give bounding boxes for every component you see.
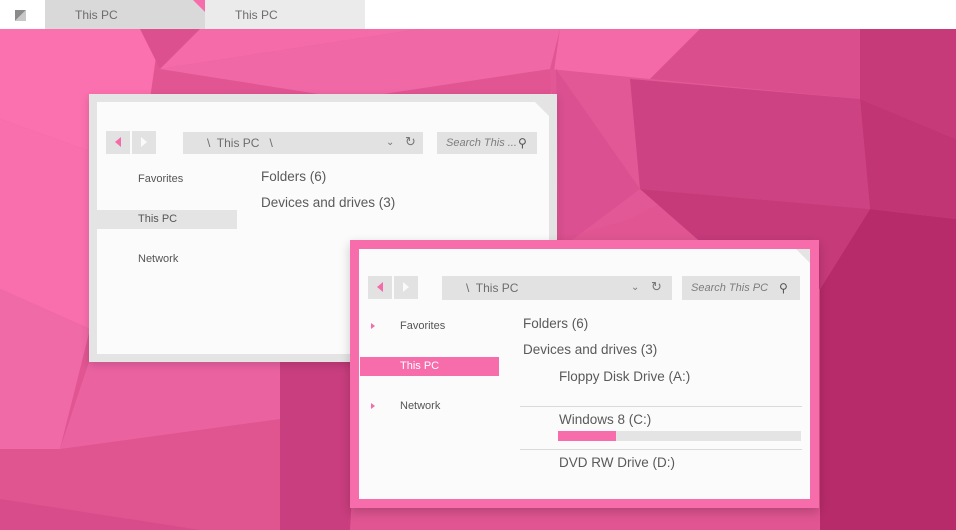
sidebar-label: Network — [400, 400, 441, 412]
tab-this-pc-2[interactable]: This PC — [205, 0, 365, 29]
search-placeholder: Search This ... — [446, 137, 517, 149]
corner-fold — [796, 249, 810, 263]
search-icon[interactable]: ⚲ — [518, 132, 527, 154]
sidebar-label: This PC — [400, 360, 440, 372]
triangle-right-icon — [403, 282, 409, 292]
sidebar-item-favorites[interactable]: Favorites — [97, 170, 237, 189]
wallpaper-poly — [630, 79, 870, 209]
chevron-down-icon[interactable]: ⌄ — [631, 276, 639, 300]
back-button[interactable] — [368, 276, 392, 299]
wallpaper-poly — [820, 209, 956, 530]
refresh-icon[interactable]: ↻ — [405, 131, 416, 153]
divider — [520, 449, 802, 450]
drive-usage-bar — [558, 431, 801, 441]
sidebar-item-this-pc[interactable]: This PC — [97, 210, 237, 229]
forward-button[interactable] — [132, 131, 156, 154]
drive-name: DVD RW Drive (D:) — [559, 455, 675, 470]
sidebar-item-network[interactable]: Network — [359, 397, 499, 416]
tab-label: This PC — [75, 8, 118, 22]
search-box[interactable]: Search This ... ⚲ — [437, 132, 537, 154]
triangle-right-icon — [141, 137, 147, 147]
sidebar-label: Favorites — [400, 320, 446, 332]
wallpaper-poly — [280, 349, 360, 530]
app-icon[interactable] — [15, 10, 26, 21]
sidebar-item-favorites[interactable]: Favorites — [359, 317, 499, 336]
drive-item-floppy[interactable]: Floppy Disk Drive (A:) — [559, 369, 690, 384]
drive-item-windows[interactable]: Windows 8 (C:) — [559, 412, 651, 427]
sidebar-item-this-pc[interactable]: This PC — [360, 357, 499, 376]
tab-bar: This PC This PC — [0, 0, 956, 29]
triangle-left-icon — [115, 137, 121, 147]
drive-item-dvd[interactable]: DVD RW Drive (D:) — [559, 455, 675, 470]
forward-button[interactable] — [394, 276, 418, 299]
tab-label: This PC — [235, 8, 278, 22]
sidebar-item-network[interactable]: Network — [97, 250, 237, 269]
divider — [520, 406, 802, 407]
refresh-icon[interactable]: ↻ — [651, 275, 662, 299]
tab-this-pc-1[interactable]: This PC — [45, 0, 205, 29]
nav-buttons — [368, 276, 418, 299]
address-bar[interactable]: \ This PC \ ⌄ ↻ — [183, 132, 423, 154]
devices-group-header[interactable]: Devices and drives (3) — [261, 195, 395, 210]
sidebar-label: Favorites — [138, 173, 184, 185]
drive-name: Floppy Disk Drive (A:) — [559, 369, 691, 384]
window-body: \ This PC ⌄ ↻ Search This PC ⚲ Favorites… — [359, 249, 810, 499]
address-path: \ This PC \ — [207, 136, 273, 150]
explorer-window-pink: \ This PC ⌄ ↻ Search This PC ⚲ Favorites… — [350, 240, 819, 508]
expand-arrow-icon[interactable] — [371, 403, 375, 409]
expand-arrow-icon[interactable] — [371, 323, 375, 329]
nav-buttons — [106, 131, 156, 154]
address-bar[interactable]: \ This PC ⌄ ↻ — [442, 276, 672, 300]
search-icon[interactable]: ⚲ — [779, 276, 788, 300]
devices-group-header[interactable]: Devices and drives (3) — [523, 342, 657, 357]
chevron-down-icon[interactable]: ⌄ — [386, 132, 394, 154]
triangle-left-icon — [377, 282, 383, 292]
address-path: \ This PC — [466, 281, 519, 295]
drive-usage-fill — [558, 431, 617, 441]
sidebar-label: This PC — [138, 213, 178, 225]
corner-fold — [535, 102, 549, 116]
tab-corner-accent — [193, 0, 205, 12]
drive-name: Windows 8 (C:) — [559, 412, 652, 427]
sidebar-label: Network — [138, 253, 179, 265]
folders-group-header[interactable]: Folders (6) — [261, 169, 326, 184]
search-placeholder: Search This PC — [691, 282, 769, 294]
search-box[interactable]: Search This PC ⚲ — [682, 276, 800, 300]
folders-group-header[interactable]: Folders (6) — [523, 316, 588, 331]
back-button[interactable] — [106, 131, 130, 154]
